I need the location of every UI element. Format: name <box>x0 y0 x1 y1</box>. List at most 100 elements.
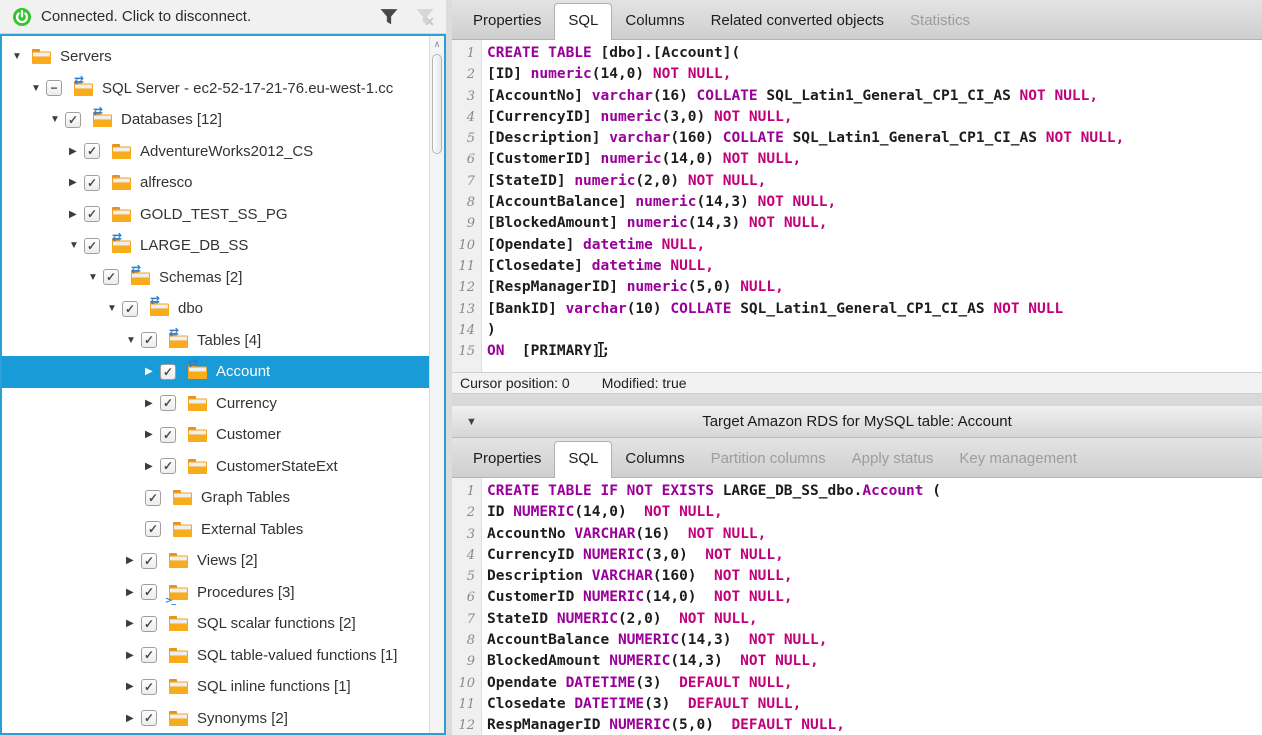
source-sql-editor[interactable]: 1CREATE TABLE [dbo].[Account](2[ID] nume… <box>452 40 1262 372</box>
tree-checkbox[interactable]: ✓ <box>65 112 81 128</box>
code-line[interactable]: 11Closedate DATETIME(3) DEFAULT NULL, <box>452 694 1262 715</box>
expander-collapsed-icon[interactable]: ▶ <box>145 398 160 409</box>
expander-collapsed-icon[interactable]: ▶ <box>145 429 160 440</box>
expander-collapsed-icon[interactable]: ▶ <box>145 366 160 377</box>
expander-open-icon[interactable]: ▼ <box>31 83 46 94</box>
tree-checkbox[interactable]: ✓ <box>122 301 138 317</box>
expander-collapsed-icon[interactable]: ▶ <box>145 461 160 472</box>
code-line[interactable]: 1CREATE TABLE [dbo].[Account]( <box>452 43 1262 64</box>
tree-item-customer[interactable]: ▶✓Customer <box>2 419 429 451</box>
tab-sql[interactable]: SQL <box>554 441 612 478</box>
expander-open-icon[interactable]: ▼ <box>88 272 103 283</box>
tree-checkbox[interactable]: ✓ <box>141 710 157 726</box>
tab-properties[interactable]: Properties <box>460 442 554 477</box>
tree-checkbox[interactable]: ✓ <box>141 647 157 663</box>
code-line[interactable]: 10Opendate DATETIME(3) DEFAULT NULL, <box>452 673 1262 694</box>
tree-checkbox[interactable]: ✓ <box>84 175 100 191</box>
code-line[interactable]: 15ON [PRIMARY]; <box>452 341 1262 362</box>
collapse-triangle-icon[interactable]: ▼ <box>466 416 477 428</box>
code-line[interactable]: 7StateID NUMERIC(2,0) NOT NULL, <box>452 609 1262 630</box>
tree-item-account[interactable]: ▶✓⇄Account <box>2 356 429 388</box>
code-line[interactable]: 7[StateID] numeric(2,0) NOT NULL, <box>452 171 1262 192</box>
expander-collapsed-icon[interactable]: ▶ <box>69 146 84 157</box>
tree-checkbox[interactable]: ✓ <box>141 553 157 569</box>
tree-item-alfresco[interactable]: ▶✓alfresco <box>2 167 429 199</box>
tab-columns[interactable]: Columns <box>612 442 697 477</box>
tab-columns[interactable]: Columns <box>612 4 697 39</box>
code-line[interactable]: 2[ID] numeric(14,0) NOT NULL, <box>452 64 1262 85</box>
tree-checkbox[interactable]: − <box>46 80 62 96</box>
code-line[interactable]: 5Description VARCHAR(160) NOT NULL, <box>452 566 1262 587</box>
tree-item-sql-scalar-functions-2-[interactable]: ▶✓SQL scalar functions [2] <box>2 608 429 640</box>
tree-item-graph-tables[interactable]: ✓Graph Tables <box>2 482 429 514</box>
tree-item-databases-12-[interactable]: ▼✓⇄Databases [12] <box>2 104 429 136</box>
target-sql-editor[interactable]: 1CREATE TABLE IF NOT EXISTS LARGE_DB_SS_… <box>452 478 1262 735</box>
target-header[interactable]: ▼ Target Amazon RDS for MySQL table: Acc… <box>452 406 1262 438</box>
horizontal-splitter[interactable] <box>452 394 1262 406</box>
code-line[interactable]: 8[AccountBalance] numeric(14,3) NOT NULL… <box>452 192 1262 213</box>
tree-scrollbar[interactable]: ∧ <box>429 36 444 733</box>
tree-item-sql-inline-functions-1-[interactable]: ▶✓SQL inline functions [1] <box>2 671 429 703</box>
tree-checkbox[interactable]: ✓ <box>160 364 176 380</box>
expander-open-icon[interactable]: ▼ <box>126 335 141 346</box>
tree-item-external-tables[interactable]: ✓External Tables <box>2 514 429 546</box>
tree-item-procedures-3-[interactable]: ▶✓>_Procedures [3] <box>2 577 429 609</box>
expander-collapsed-icon[interactable]: ▶ <box>69 177 84 188</box>
code-line[interactable]: 10[Opendate] datetime NULL, <box>452 235 1262 256</box>
code-line[interactable]: 1CREATE TABLE IF NOT EXISTS LARGE_DB_SS_… <box>452 481 1262 502</box>
tree-checkbox[interactable]: ✓ <box>103 269 119 285</box>
tab-related-converted-objects[interactable]: Related converted objects <box>698 4 897 39</box>
tree-item-sql-table-valued-functions-1-[interactable]: ▶✓SQL table-valued functions [1] <box>2 640 429 672</box>
tab-sql[interactable]: SQL <box>554 3 612 40</box>
code-line[interactable]: 3AccountNo VARCHAR(16) NOT NULL, <box>452 524 1262 545</box>
expander-collapsed-icon[interactable]: ▶ <box>126 650 141 661</box>
scroll-up-icon[interactable]: ∧ <box>430 36 444 52</box>
tree-checkbox[interactable]: ✓ <box>160 395 176 411</box>
scrollbar-thumb[interactable] <box>432 54 442 154</box>
tree-item-dbo[interactable]: ▼✓⇄dbo <box>2 293 429 325</box>
tree-checkbox[interactable]: ✓ <box>160 427 176 443</box>
connection-bar[interactable]: Connected. Click to disconnect. <box>0 0 446 34</box>
tree-checkbox[interactable]: ✓ <box>160 458 176 474</box>
tree-checkbox[interactable]: ✓ <box>141 616 157 632</box>
tab-properties[interactable]: Properties <box>460 4 554 39</box>
expander-collapsed-icon[interactable]: ▶ <box>126 587 141 598</box>
tree-checkbox[interactable]: ✓ <box>84 143 100 159</box>
expander-collapsed-icon[interactable]: ▶ <box>126 555 141 566</box>
tree-checkbox[interactable]: ✓ <box>145 521 161 537</box>
code-line[interactable]: 8AccountBalance NUMERIC(14,3) NOT NULL, <box>452 630 1262 651</box>
power-connected-icon[interactable] <box>12 7 32 27</box>
tree-item-customerstateext[interactable]: ▶✓CustomerStateExt <box>2 451 429 483</box>
code-line[interactable]: 4[CurrencyID] numeric(3,0) NOT NULL, <box>452 107 1262 128</box>
expander-open-icon[interactable]: ▼ <box>69 240 84 251</box>
code-line[interactable]: 14) <box>452 320 1262 341</box>
code-line[interactable]: 6CustomerID NUMERIC(14,0) NOT NULL, <box>452 587 1262 608</box>
expander-collapsed-icon[interactable]: ▶ <box>69 209 84 220</box>
tree-item-tables-4-[interactable]: ▼✓⇄Tables [4] <box>2 325 429 357</box>
tree-checkbox[interactable]: ✓ <box>141 584 157 600</box>
expander-open-icon[interactable]: ▼ <box>50 114 65 125</box>
code-line[interactable]: 12[RespManagerID] numeric(5,0) NULL, <box>452 277 1262 298</box>
tree-item-views-2-[interactable]: ▶✓Views [2] <box>2 545 429 577</box>
tree-item-large-db-ss[interactable]: ▼✓⇄LARGE_DB_SS <box>2 230 429 262</box>
tree-checkbox[interactable]: ✓ <box>84 238 100 254</box>
code-line[interactable]: 6[CustomerID] numeric(14,0) NOT NULL, <box>452 149 1262 170</box>
expander-collapsed-icon[interactable]: ▶ <box>126 618 141 629</box>
expander-open-icon[interactable]: ▼ <box>107 303 122 314</box>
code-line[interactable]: 9BlockedAmount NUMERIC(14,3) NOT NULL, <box>452 651 1262 672</box>
tree-item-synonyms-2-[interactable]: ▶✓Synonyms [2] <box>2 703 429 734</box>
tree-item-currency[interactable]: ▶✓Currency <box>2 388 429 420</box>
code-line[interactable]: 5[Description] varchar(160) COLLATE SQL_… <box>452 128 1262 149</box>
tree-item-gold-test-ss-pg[interactable]: ▶✓GOLD_TEST_SS_PG <box>2 199 429 231</box>
code-line[interactable]: 4CurrencyID NUMERIC(3,0) NOT NULL, <box>452 545 1262 566</box>
tree-item-servers[interactable]: ▼Servers <box>2 41 429 73</box>
code-line[interactable]: 12RespManagerID NUMERIC(5,0) DEFAULT NUL… <box>452 715 1262 735</box>
code-line[interactable]: 9[BlockedAmount] numeric(14,3) NOT NULL, <box>452 213 1262 234</box>
tree-checkbox[interactable]: ✓ <box>141 332 157 348</box>
expander-collapsed-icon[interactable]: ▶ <box>126 713 141 724</box>
tree-checkbox[interactable]: ✓ <box>84 206 100 222</box>
tree-item-sql-server-ec2-52-17-21-76-eu-west-1-cc[interactable]: ▼−⇄SQL Server - ec2-52-17-21-76.eu-west-… <box>2 73 429 105</box>
tree-item-schemas-2-[interactable]: ▼✓⇄Schemas [2] <box>2 262 429 294</box>
tree-checkbox[interactable]: ✓ <box>141 679 157 695</box>
tree-checkbox[interactable]: ✓ <box>145 490 161 506</box>
